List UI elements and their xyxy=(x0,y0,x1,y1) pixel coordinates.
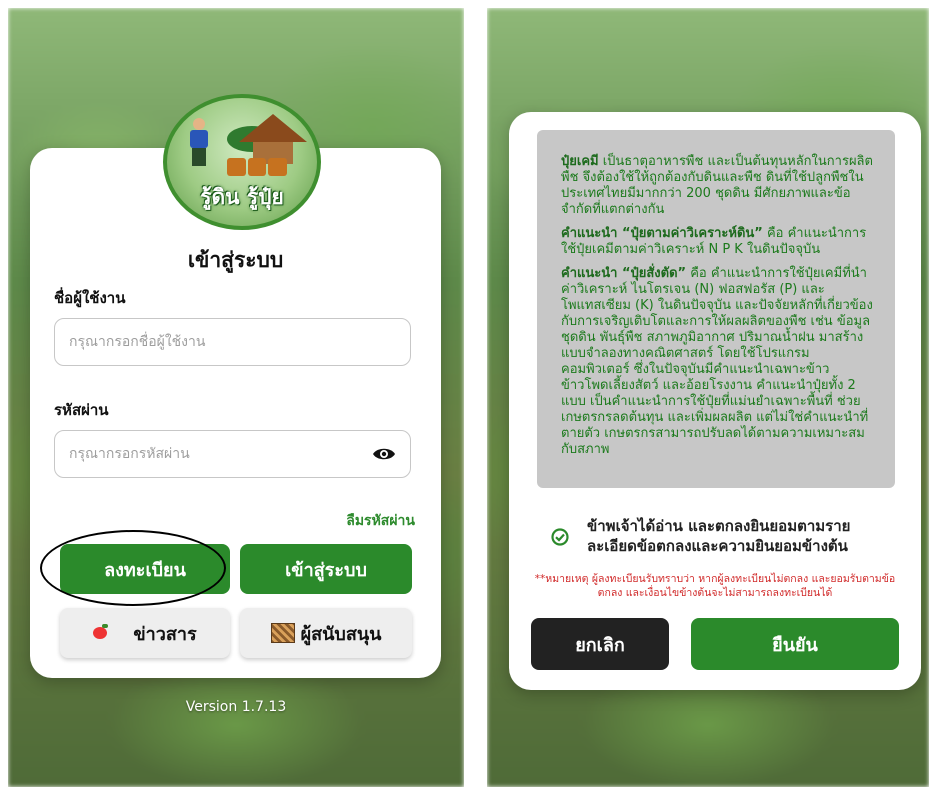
login-screen: เข้าสู่ระบบ ชื่อผู้ใช้งาน รหัสผ่าน ลืมรห… xyxy=(8,8,464,787)
highlight-circle-annotation xyxy=(40,530,226,606)
username-field[interactable] xyxy=(54,318,411,366)
terms-paragraph-2: คำแนะนำ “ปุ๋ยตามค่าวิเคราะห์ดิน” คือ คำแ… xyxy=(561,226,867,257)
password-field[interactable] xyxy=(54,430,411,478)
confirm-button[interactable]: ยืนยัน xyxy=(691,618,899,670)
version-label: Version 1.7.13 xyxy=(185,699,287,715)
news-button[interactable]: ข่าวสาร xyxy=(60,608,230,658)
terms-screen: ปุ๋ยเคมี เป็นธาตุอาหารพืช และเป็นต้นทุนห… xyxy=(487,8,929,787)
password-label: รหัสผ่าน xyxy=(54,401,109,419)
eye-icon[interactable] xyxy=(372,446,396,462)
app-logo: รู้ดิน รู้ปุ๋ย xyxy=(163,94,321,230)
sponsor-button-label: ผู้สนับสนุน xyxy=(300,623,382,645)
login-button[interactable]: เข้าสู่ระบบ xyxy=(240,544,412,594)
logo-text: รู้ดิน รู้ปุ๋ย xyxy=(200,185,284,209)
agree-text: ข้าพเจ้าได้อ่าน และตกลงยินยอมตามรายละเอี… xyxy=(587,517,851,555)
username-input[interactable] xyxy=(55,319,383,365)
page-title: เข้าสู่ระบบ xyxy=(187,248,284,272)
terms-dialog: ปุ๋ยเคมี เป็นธาตุอาหารพืช และเป็นต้นทุนห… xyxy=(509,112,921,690)
chili-icon xyxy=(93,624,109,639)
check-circle-icon[interactable] xyxy=(551,528,569,546)
terms-paragraph-1: ปุ๋ยเคมี เป็นธาตุอาหารพืช และเป็นต้นทุนห… xyxy=(561,154,873,217)
forgot-password-link[interactable]: ลืมรหัสผ่าน xyxy=(346,510,415,532)
password-input[interactable] xyxy=(55,431,383,477)
terms-scroll-area[interactable]: ปุ๋ยเคมี เป็นธาตุอาหารพืช และเป็นต้นทุนห… xyxy=(537,130,895,488)
sponsor-icon xyxy=(270,623,295,643)
news-button-label: ข่าวสาร xyxy=(133,623,197,645)
fertilizer-sacks-illustration xyxy=(227,158,288,176)
terms-paragraph-3: คำแนะนำ “ปุ๋ยสั่งตัด” คือ คำแนะนำการใช้ป… xyxy=(561,266,873,457)
registration-note: **หมายเหตุ ผู้ลงทะเบียนรับทราบว่า หากผู้… xyxy=(534,573,896,599)
sponsor-button[interactable]: ผู้สนับสนุน xyxy=(240,608,412,658)
username-label: ชื่อผู้ใช้งาน xyxy=(54,289,126,307)
hut-roof-illustration xyxy=(239,114,307,142)
farmer-illustration xyxy=(189,118,209,166)
cancel-button[interactable]: ยกเลิก xyxy=(531,618,669,670)
